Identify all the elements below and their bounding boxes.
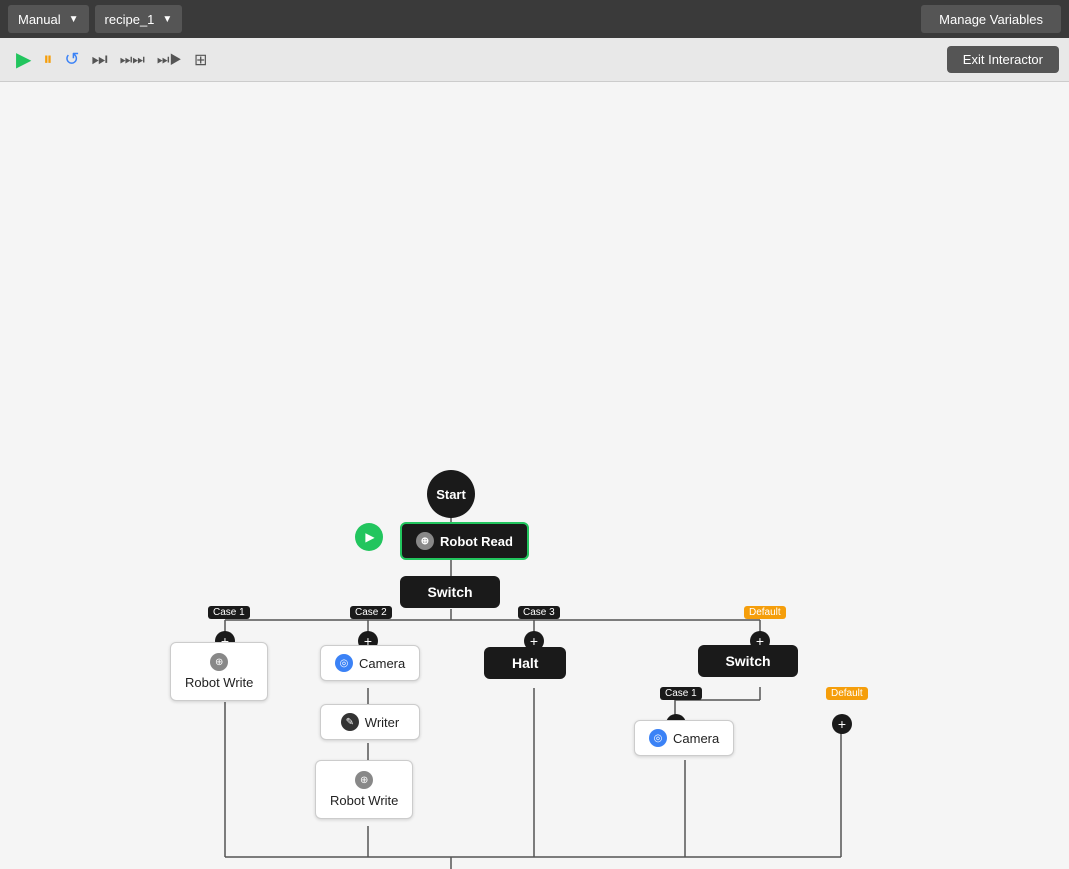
default2-badge: Default (826, 687, 868, 700)
writer-node[interactable]: ✎ Writer (320, 704, 420, 740)
connector-lines (0, 82, 1069, 869)
canvas: Start ⊕ Robot Read Switch Case 1 Case 2 … (0, 82, 1069, 869)
pause-button[interactable]: ⏸ (37, 45, 58, 74)
mode-label: Manual (18, 12, 61, 27)
switch-top-box: Switch (400, 576, 500, 608)
camera-1-box: ◎ Camera (320, 645, 420, 681)
halt-box: Halt (484, 647, 566, 679)
switch-top-node[interactable]: Switch (400, 576, 500, 608)
plus-default2[interactable]: + (832, 714, 852, 734)
camera-1-icon: ◎ (335, 654, 353, 672)
robot-write-2-icon: ⊕ (355, 771, 373, 789)
robot-read-icon: ⊕ (416, 532, 434, 550)
manage-variables-button[interactable]: Manage Variables (921, 5, 1061, 33)
robot-read-box: ⊕ Robot Read (400, 522, 529, 560)
robot-write-1-icon: ⊕ (210, 653, 228, 671)
camera-1-node[interactable]: ◎ Camera (320, 645, 420, 681)
start-node[interactable]: Start (427, 470, 475, 518)
case2-badge: Case 2 (350, 606, 392, 619)
robot-write-1-node[interactable]: ⊕ Robot Write (170, 642, 268, 701)
robot-read-node[interactable]: ⊕ Robot Read (400, 522, 529, 560)
writer-icon: ✎ (341, 713, 359, 731)
play-badge[interactable] (355, 523, 383, 551)
mode-dropdown[interactable]: Manual ▼ (8, 5, 89, 33)
start-circle: Start (427, 470, 475, 518)
case3-badge: Case 3 (518, 606, 560, 619)
writer-box: ✎ Writer (320, 704, 420, 740)
top-bar: Manual ▼ recipe_1 ▼ Manage Variables (0, 0, 1069, 38)
camera-2-icon: ◎ (649, 729, 667, 747)
robot-write-1-box: ⊕ Robot Write (170, 642, 268, 701)
switch-bottom-box: Switch (698, 645, 798, 677)
robot-write-2-box: ⊕ Robot Write (315, 760, 413, 819)
case1-right-badge: Case 1 (660, 687, 702, 700)
skip-button[interactable]: ⏭▶ (151, 47, 188, 72)
grid-button[interactable]: ⊞ (188, 46, 213, 74)
camera-2-node[interactable]: ◎ Camera (634, 720, 734, 756)
halt-node[interactable]: Halt (484, 647, 566, 679)
recipe-chevron: ▼ (162, 14, 172, 25)
switch-bottom-node[interactable]: Switch (698, 645, 798, 677)
play-button[interactable]: ▶ (10, 43, 37, 76)
recipe-label: recipe_1 (105, 12, 155, 27)
mode-chevron: ▼ (69, 14, 79, 25)
robot-write-2-node[interactable]: ⊕ Robot Write (315, 760, 413, 819)
reload-button[interactable]: ↺ (58, 45, 85, 74)
recipe-dropdown[interactable]: recipe_1 ▼ (95, 5, 183, 33)
default-badge: Default (744, 606, 786, 619)
exit-interactor-button[interactable]: Exit Interactor (947, 46, 1059, 73)
step-button[interactable]: ⏭ (85, 45, 113, 74)
toolbar: ▶ ⏸ ↺ ⏭ ⏭⏭ ⏭▶ ⊞ Exit Interactor (0, 38, 1069, 82)
case1-left-badge: Case 1 (208, 606, 250, 619)
camera-2-box: ◎ Camera (634, 720, 734, 756)
fast-forward-button[interactable]: ⏭⏭ (114, 47, 151, 72)
